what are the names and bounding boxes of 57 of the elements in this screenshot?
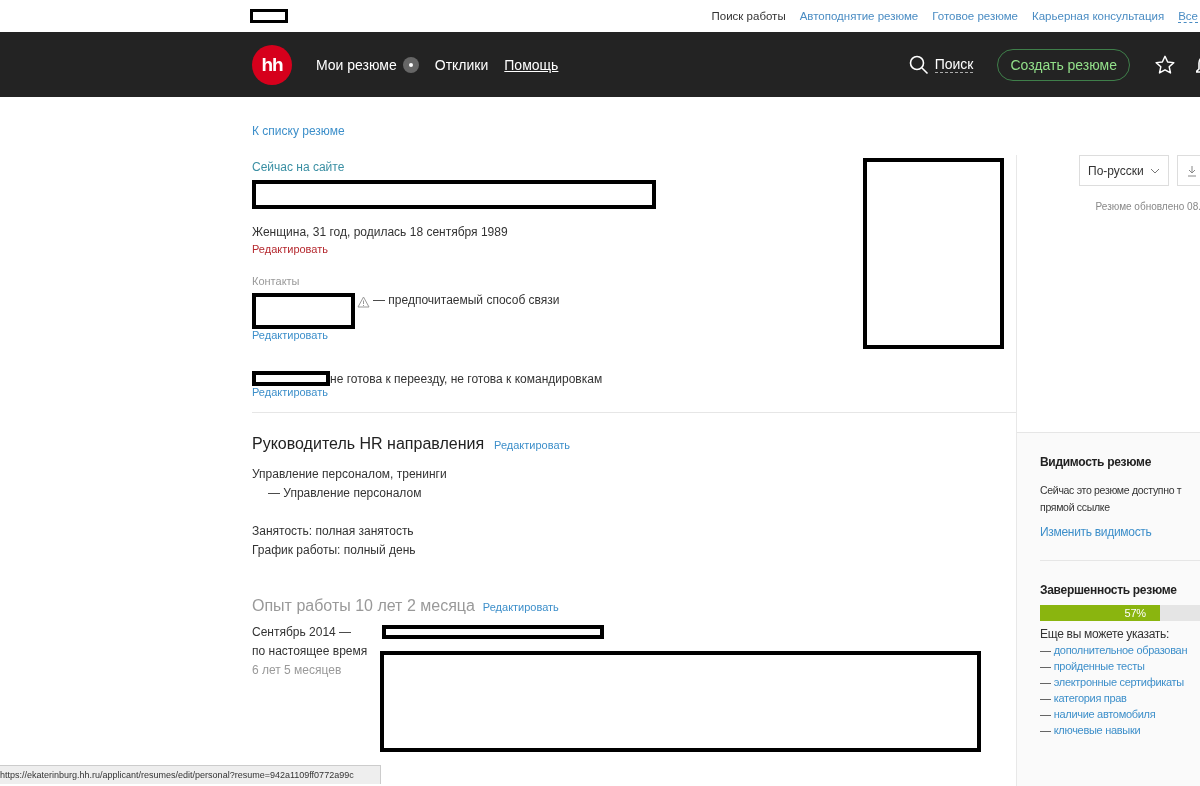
progress-fill: 57%: [1040, 605, 1160, 621]
dash-text: —: [1040, 676, 1051, 688]
online-status: Сейчас на сайте: [252, 160, 346, 174]
suggestion-link[interactable]: категория прав: [1053, 692, 1127, 704]
suggestion-link[interactable]: электронные сертификаты: [1053, 676, 1184, 688]
warning-icon: [357, 296, 370, 308]
updated-date: Резюме обновлено 08.: [1095, 201, 1200, 212]
suggestion-link[interactable]: ключевые навыки: [1053, 724, 1141, 736]
dash-text: —: [1040, 660, 1051, 672]
dash-text: —: [1040, 708, 1051, 720]
top-nav-link[interactable]: Автоподнятие резюме: [799, 9, 919, 23]
section-title: Завершенность резюме: [1040, 583, 1178, 597]
dash-text: —: [1040, 644, 1051, 656]
sub-specialization: — Управление персоналом: [268, 486, 423, 500]
nav-link[interactable]: Помощь: [504, 56, 559, 73]
relocation-info: не готова к переезду, не готова к командировкам: [330, 371, 603, 386]
suggestion-link[interactable]: наличие автомобиля: [1053, 708, 1156, 720]
personal-info: Женщина, 31 год, родилась 18 сентября 1989: [252, 225, 509, 239]
specialization: Управление персоналом, тренинги: [252, 467, 448, 481]
visibility-text: Сейчас это резюме доступно т прямой ссылке: [1040, 483, 1183, 515]
top-nav-link[interactable]: Карьерная консультация: [1032, 9, 1165, 23]
top-nav-link[interactable]: Поиск работы: [711, 9, 786, 23]
position-title: Руководитель HR направления: [252, 435, 485, 453]
download-icon: [1186, 164, 1197, 177]
edit-link[interactable]: Редактировать: [482, 601, 559, 613]
logo[interactable]: hh: [252, 44, 292, 85]
job-end-date: по настоящее время: [252, 644, 369, 658]
contacts-label: Контакты: [252, 275, 301, 287]
badge-icon: [402, 56, 419, 73]
preferred-contact-note: — предпочитаемый способ связи: [373, 293, 560, 307]
dash-text: —: [1040, 692, 1051, 704]
search-link[interactable]: Поиск: [908, 54, 974, 75]
edit-link[interactable]: Редактировать: [494, 439, 571, 451]
star-icon[interactable]: [1154, 53, 1176, 76]
nav-link[interactable]: Отклики: [434, 56, 489, 73]
experience-title: Опыт работы 10 лет 2 месяца: [252, 597, 475, 615]
status-bar: https://ekaterinburg.hh.ru/applicant/resumes/edit/personal?resume=942a1109ff0772a99c: [0, 765, 381, 784]
job-duration: 6 лет 5 месяцев: [252, 663, 343, 677]
language-select[interactable]: По-русски: [1079, 155, 1169, 186]
search-icon: [908, 54, 929, 75]
dash-text: —: [1040, 724, 1051, 736]
section-title: Видимость резюме: [1040, 455, 1152, 469]
suggestion-link[interactable]: дополнительное образован: [1053, 644, 1188, 656]
job-start-date: Сентябрь 2014 —: [252, 625, 353, 639]
redacted-block: [250, 9, 288, 23]
employment-info: Занятость: полная занятость: [252, 524, 415, 538]
suggestion-link[interactable]: пройденные тесты: [1053, 660, 1145, 672]
schedule-info: График работы: полный день: [252, 543, 417, 557]
chevron-down-icon: [1149, 167, 1160, 174]
nav-link[interactable]: Мои резюме: [316, 56, 419, 73]
edit-link[interactable]: Редактировать: [252, 386, 656, 398]
top-nav-link[interactable]: Готовое резюме: [932, 9, 1018, 23]
hint-text: Еще вы можете указать:: [1040, 627, 1170, 641]
edit-link[interactable]: Редактировать: [252, 329, 656, 341]
change-visibility-link[interactable]: Изменить видимость: [1040, 525, 1152, 539]
back-link[interactable]: К списку резюме: [252, 124, 345, 138]
edit-link[interactable]: Редактировать: [252, 243, 656, 255]
